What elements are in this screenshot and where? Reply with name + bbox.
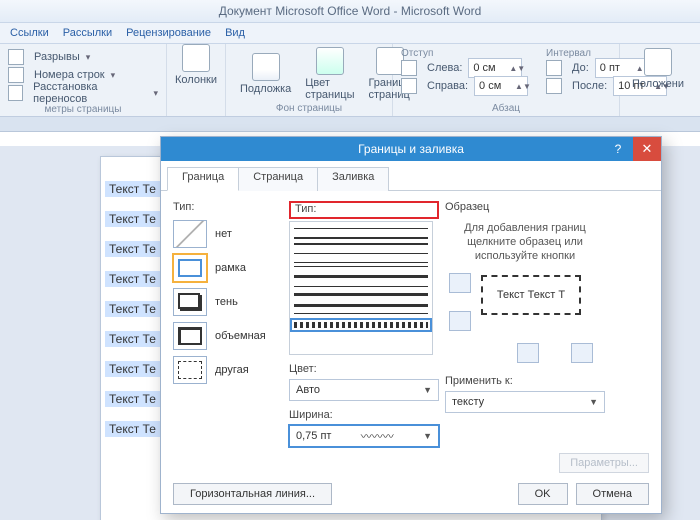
dialog-buttons: OK Отмена <box>518 483 649 505</box>
tab-links[interactable]: Ссылки <box>10 27 49 39</box>
options-button-wrap: Параметры... <box>559 453 649 473</box>
group-page-setup: Разрывы ▾ Номера строк ▾ Расстановка пер… <box>0 44 167 116</box>
tab-page[interactable]: Страница <box>238 167 318 191</box>
style-label: Тип: <box>295 203 433 215</box>
dialog-tabs: Граница Страница Заливка <box>161 161 661 191</box>
tab-fill[interactable]: Заливка <box>317 167 389 191</box>
selected-text-line[interactable]: Текст Те <box>105 361 167 377</box>
dialog-title: Границы и заливка <box>358 142 464 156</box>
selected-text-line[interactable]: Текст Те <box>105 181 167 197</box>
breaks-button[interactable]: Разрывы ▾ <box>8 48 158 66</box>
style-column: Тип: Цвет: Авто▼ Ширина: 0,75 пт〰〰〰▼ <box>289 201 439 473</box>
group-arrange: Положени <box>620 44 696 116</box>
selected-text-line[interactable]: Текст Те <box>105 421 167 437</box>
setting-3d[interactable]: объемная <box>173 319 283 353</box>
options-button: Параметры... <box>559 453 649 473</box>
ribbon-tabs: Ссылки Рассылки Рецензирование Вид <box>0 23 700 44</box>
indent-right-input[interactable]: ▲▼ <box>474 76 528 96</box>
apply-to-selector[interactable]: тексту▼ <box>445 391 605 413</box>
borders-shading-dialog: Границы и заливка ? ✕ Граница Страница З… <box>160 136 662 514</box>
watermark-button[interactable]: Подложка <box>234 47 297 101</box>
preview-box[interactable]: Текст Текст Т <box>445 273 605 333</box>
setting-custom[interactable]: другая <box>173 353 283 387</box>
selected-text-line[interactable]: Текст Те <box>105 241 167 257</box>
selected-text-line[interactable]: Текст Те <box>105 271 167 287</box>
cancel-button[interactable]: Отмена <box>576 483 649 505</box>
setting-none[interactable]: нет <box>173 217 283 251</box>
preview-column: Образец Для добавления границ щелкните о… <box>445 201 605 473</box>
indent-right-row: Справа:▲▼ <box>401 77 528 95</box>
color-selector[interactable]: Авто▼ <box>289 379 439 401</box>
tab-mailings[interactable]: Рассылки <box>63 27 112 39</box>
sample-hint: Для добавления границ щелкните образец и… <box>445 221 605 263</box>
page-background-group-title: Фон страницы <box>234 103 384 114</box>
dialog-titlebar: Границы и заливка ? ✕ <box>161 137 661 161</box>
style-listbox[interactable] <box>289 221 433 355</box>
apply-to-label: Применить к: <box>445 375 605 387</box>
paragraph-group-title: Абзац <box>401 103 611 114</box>
sample-label: Образец <box>445 201 605 213</box>
selected-text-line[interactable]: Текст Те <box>105 301 167 317</box>
app-title: Документ Microsoft Office Word - Microso… <box>219 4 482 18</box>
close-button[interactable]: ✕ <box>633 137 661 161</box>
border-left-toggle[interactable] <box>517 343 539 363</box>
setting-box[interactable]: рамка <box>173 251 283 285</box>
width-selector[interactable]: 0,75 пт〰〰〰▼ <box>289 425 439 447</box>
horizontal-line-button[interactable]: Горизонтальная линия... <box>173 483 332 505</box>
indent-left-input[interactable]: ▲▼ <box>468 58 522 78</box>
setting-column: Тип: нет рамка тень объемная другая <box>173 201 283 473</box>
indent-left-row: Слева:▲▼ <box>401 59 528 77</box>
ok-button[interactable]: OK <box>518 483 568 505</box>
status-strip <box>0 117 700 132</box>
app-window: Документ Microsoft Office Word - Microso… <box>0 0 700 520</box>
group-paragraph: Отступ Слева:▲▼ Справа:▲▼ Интервал До:▲▼… <box>393 44 620 116</box>
highlighted-style-label: Тип: <box>289 201 439 219</box>
columns-bigbutton[interactable]: Колонки <box>167 44 226 116</box>
preview-bottom-buttons <box>445 343 605 363</box>
page-setup-group-title: метры страницы <box>8 104 158 115</box>
border-right-toggle[interactable] <box>571 343 593 363</box>
selected-text-line[interactable]: Текст Те <box>105 211 167 227</box>
tab-view[interactable]: Вид <box>225 27 245 39</box>
width-label: Ширина: <box>289 409 439 421</box>
help-button[interactable]: ? <box>605 137 631 161</box>
color-label: Цвет: <box>289 363 439 375</box>
border-bottom-toggle[interactable] <box>449 311 471 331</box>
titlebar: Документ Microsoft Office Word - Microso… <box>0 0 700 23</box>
preview-sample: Текст Текст Т <box>481 275 581 315</box>
tab-border[interactable]: Граница <box>167 167 239 191</box>
group-page-background: Подложка Цвет страницы Границы страниц Ф… <box>226 44 393 116</box>
tab-review[interactable]: Рецензирование <box>126 27 211 39</box>
border-top-toggle[interactable] <box>449 273 471 293</box>
setting-label: Тип: <box>173 201 283 213</box>
selected-text-line[interactable]: Текст Те <box>105 391 167 407</box>
page-color-button[interactable]: Цвет страницы <box>299 47 360 101</box>
position-button[interactable]: Положени <box>628 48 688 90</box>
ribbon: Разрывы ▾ Номера строк ▾ Расстановка пер… <box>0 44 700 117</box>
setting-shadow[interactable]: тень <box>173 285 283 319</box>
hyphenation-button[interactable]: Расстановка переносов ▾ <box>8 84 158 102</box>
selected-text-line[interactable]: Текст Те <box>105 331 167 347</box>
